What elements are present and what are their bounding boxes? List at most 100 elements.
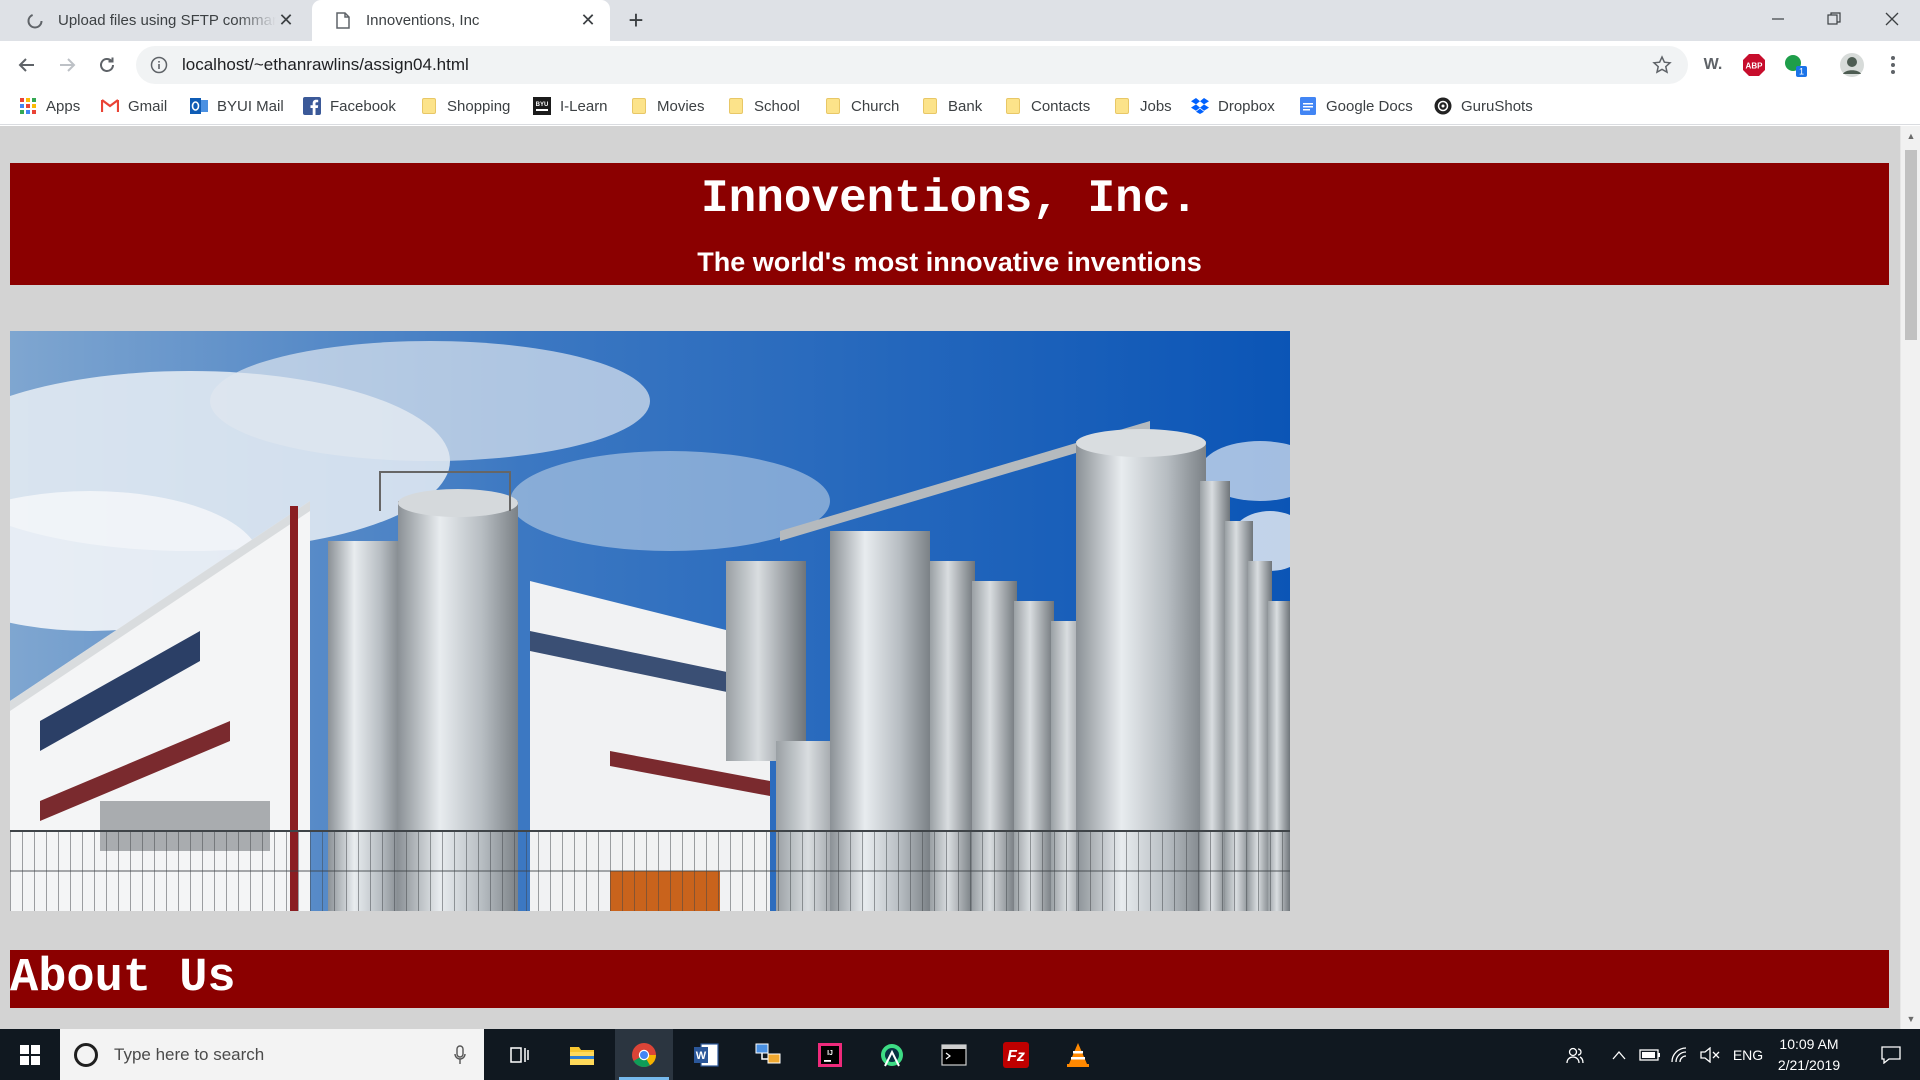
dropbox-icon — [1191, 97, 1209, 115]
bookmark-label: Jobs — [1140, 97, 1172, 115]
bookmark-movies[interactable]: Movies — [630, 88, 705, 124]
search-placeholder: Type here to search — [114, 1044, 265, 1064]
bookmark-star-icon[interactable] — [1650, 53, 1674, 77]
clock-date: 2/21/2019 — [1777, 1057, 1841, 1073]
windows-logo-icon — [20, 1044, 40, 1065]
tab-title: Innoventions, Inc — [366, 12, 480, 29]
bookmark-label: Shopping — [447, 97, 511, 115]
svg-text:W: W — [696, 1050, 707, 1062]
address-text: localhost/~ethanrawlins/assign04.html — [182, 55, 469, 74]
tab-sftp[interactable]: Upload files using SFTP comman ✕ — [4, 0, 308, 41]
notification-icon[interactable] — [1862, 1029, 1920, 1080]
menu-kebab-icon[interactable] — [1880, 52, 1906, 78]
bookmark-label: Google Docs — [1326, 97, 1413, 115]
clock-time: 10:09 AM — [1779, 1036, 1839, 1052]
language-label: ENG — [1732, 1046, 1764, 1063]
clock[interactable]: 10:09 AM 2/21/2019 — [1760, 1034, 1858, 1076]
bookmark-byui-mail[interactable]: BYUI Mail — [190, 88, 284, 124]
bookmark-gurushots[interactable]: GuruShots — [1434, 88, 1533, 124]
terminal-icon[interactable] — [925, 1029, 983, 1080]
folder-icon — [1004, 97, 1022, 115]
reload-icon — [100, 57, 114, 72]
bookmark-label: Gmail — [128, 97, 168, 115]
back-button[interactable] — [11, 49, 43, 81]
section-heading: About Us — [10, 952, 236, 1005]
forward-button[interactable] — [51, 49, 83, 81]
bookmark-shopping[interactable]: Shopping — [420, 88, 510, 124]
gurushots-icon — [1434, 97, 1452, 115]
reload-button[interactable] — [91, 49, 123, 81]
site-header: Innoventions, Inc. The world's most inno… — [10, 163, 1889, 285]
vertical-scrollbar[interactable]: ▲ ▼ — [1900, 126, 1920, 1029]
bookmark-gmail[interactable]: Gmail — [101, 88, 167, 124]
folder-icon — [420, 97, 438, 115]
android-studio-icon[interactable] — [863, 1029, 921, 1080]
vlc-icon[interactable] — [1049, 1029, 1107, 1080]
chrome-icon[interactable] — [615, 1029, 673, 1080]
people-icon[interactable] — [1560, 1029, 1590, 1080]
bookmark-google-docs[interactable]: Google Docs — [1299, 88, 1413, 124]
info-icon — [150, 56, 168, 74]
cortana-icon — [74, 1042, 98, 1067]
microphone-icon[interactable] — [450, 1043, 470, 1067]
volume-muted-icon[interactable] — [1696, 1029, 1724, 1080]
chevron-up-icon[interactable] — [1606, 1029, 1632, 1080]
word-icon[interactable]: W — [677, 1029, 735, 1080]
svg-text:IJ: IJ — [827, 1050, 833, 1057]
bookmark-label: Bank — [948, 97, 983, 115]
bookmark-dropbox[interactable]: Dropbox — [1191, 88, 1275, 124]
bookmark-label: Movies — [657, 97, 705, 115]
bookmark-label: Facebook — [330, 97, 396, 115]
minimize-button[interactable] — [1750, 0, 1806, 38]
intellij-icon[interactable]: IJ — [801, 1029, 859, 1080]
site-tagline: The world's most innovative inventions — [697, 247, 1202, 277]
tab-title: Upload files using SFTP comman — [58, 12, 276, 29]
close-window-button[interactable] — [1864, 0, 1920, 38]
close-tab-icon[interactable]: ✕ — [578, 10, 598, 31]
bookmark-contacts[interactable]: Contacts — [1004, 88, 1090, 124]
profile-avatar[interactable] — [1839, 52, 1865, 78]
site-title: Innoventions, Inc. — [701, 173, 1198, 225]
gmail-icon — [101, 97, 119, 115]
svg-text:ABP: ABP — [1746, 62, 1764, 71]
tab-innoventions[interactable]: Innoventions, Inc ✕ — [312, 0, 610, 41]
bookmark-i-learn[interactable]: BYU I-Learn — [533, 88, 608, 124]
bookmark-facebook[interactable]: Facebook — [303, 88, 396, 124]
back-arrow-icon — [18, 58, 34, 72]
hero-image — [10, 331, 1290, 911]
bookmark-label: Apps — [46, 97, 81, 115]
scroll-down-arrow-icon[interactable]: ▼ — [1901, 1011, 1920, 1027]
taskbar-search[interactable]: Type here to search — [60, 1029, 484, 1080]
battery-icon[interactable] — [1636, 1029, 1664, 1080]
page-icon — [334, 12, 352, 30]
bookmark-church[interactable]: Church — [824, 88, 899, 124]
bookmark-school[interactable]: School — [727, 88, 800, 124]
close-tab-icon[interactable]: ✕ — [276, 10, 296, 31]
file-explorer-icon[interactable] — [553, 1029, 611, 1080]
filezilla-icon[interactable]: Fz — [987, 1029, 1045, 1080]
task-view-icon[interactable] — [490, 1029, 548, 1080]
tab-strip: Upload files using SFTP comman ✕ Innoven… — [0, 0, 1920, 41]
word-ext-icon[interactable]: W. — [1700, 52, 1726, 78]
bookmarks-bar: Apps Gmail BYUI Mail Facebook Shopping B… — [0, 88, 1920, 125]
bookmark-label: Church — [851, 97, 900, 115]
bookmark-label: Contacts — [1031, 97, 1091, 115]
scroll-up-arrow-icon[interactable]: ▲ — [1901, 128, 1920, 144]
address-bar[interactable]: localhost/~ethanrawlins/assign04.html — [136, 46, 1688, 84]
svg-text:Fz: Fz — [1007, 1048, 1025, 1065]
green-ext-icon[interactable]: 1 — [1782, 52, 1808, 78]
folder-icon — [1113, 97, 1131, 115]
wifi-icon[interactable] — [1666, 1029, 1694, 1080]
bookmark-label: GuruShots — [1461, 97, 1533, 115]
new-tab-button[interactable]: + — [622, 5, 650, 35]
bookmark-label: I-Learn — [560, 97, 608, 115]
network-tool-icon[interactable] — [739, 1029, 797, 1080]
bookmark-jobs[interactable]: Jobs — [1113, 88, 1172, 124]
start-button[interactable] — [0, 1029, 60, 1080]
folder-icon — [727, 97, 745, 115]
adblock-icon[interactable]: ABP — [1741, 52, 1767, 78]
scrollbar-thumb[interactable] — [1905, 150, 1917, 340]
bookmark-apps[interactable]: Apps — [19, 88, 80, 124]
bookmark-bank[interactable]: Bank — [921, 88, 982, 124]
restore-button[interactable] — [1806, 0, 1862, 38]
